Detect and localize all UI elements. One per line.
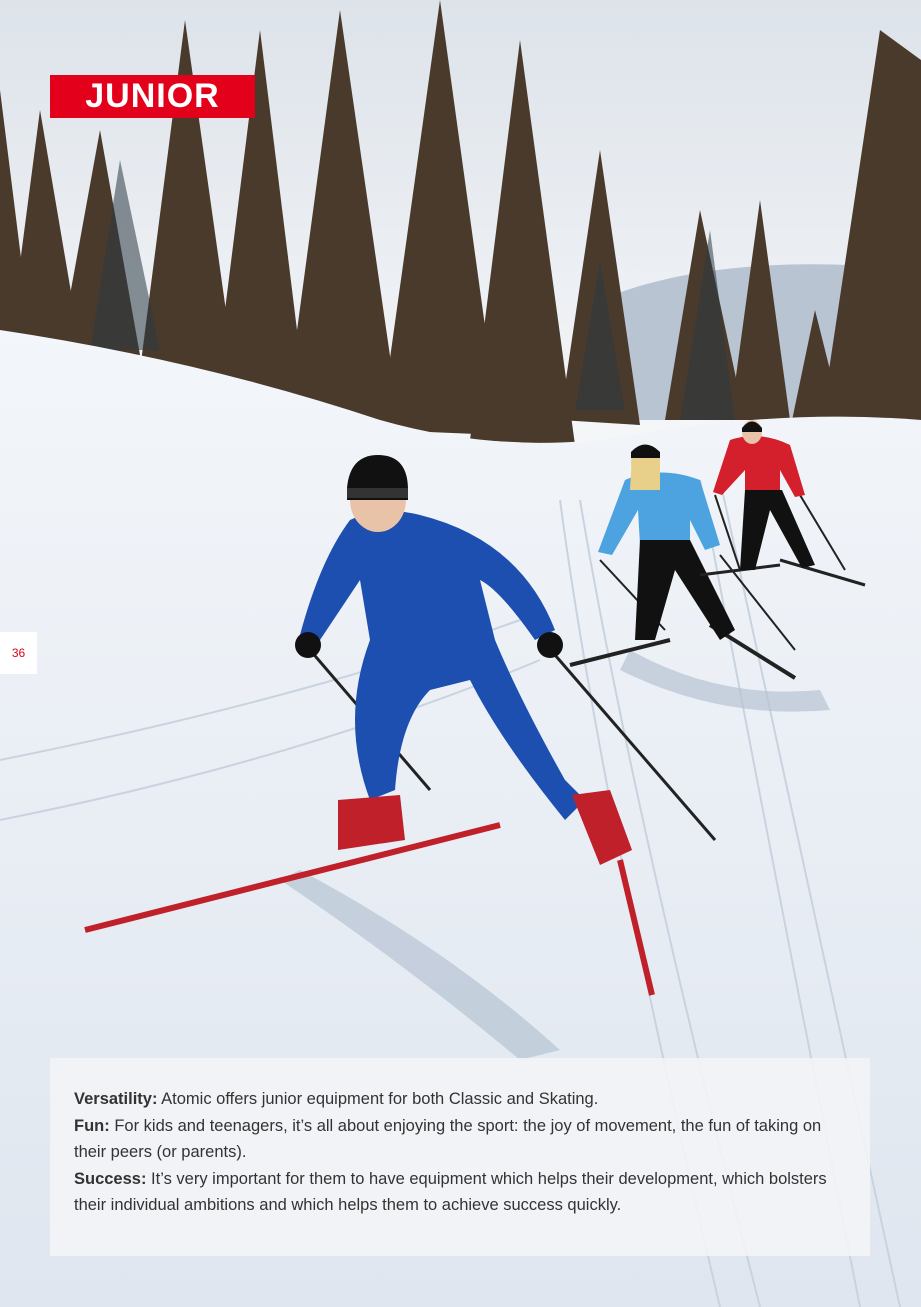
paragraph-body: Atomic offers junior equipment for both … [157, 1090, 599, 1108]
paragraph-label: Fun: [74, 1116, 110, 1135]
paragraph-label: Success: [74, 1169, 147, 1188]
description-box: Versatility: Atomic offers junior equipm… [50, 1058, 870, 1256]
section-title: JUNIOR [50, 75, 255, 118]
paragraph-body: For kids and teenagers, it’s all about e… [74, 1116, 822, 1162]
paragraph-fun: Fun: For kids and teenagers, it’s all ab… [74, 1113, 846, 1166]
paragraph-body: It’s very important for them to have equ… [74, 1169, 827, 1215]
paragraph-versatility: Versatility: Atomic offers junior equipm… [74, 1086, 846, 1113]
page-number: 36 [0, 632, 37, 674]
paragraph-label: Versatility: [74, 1090, 158, 1108]
paragraph-success: Success: It’s very important for them to… [74, 1166, 846, 1219]
